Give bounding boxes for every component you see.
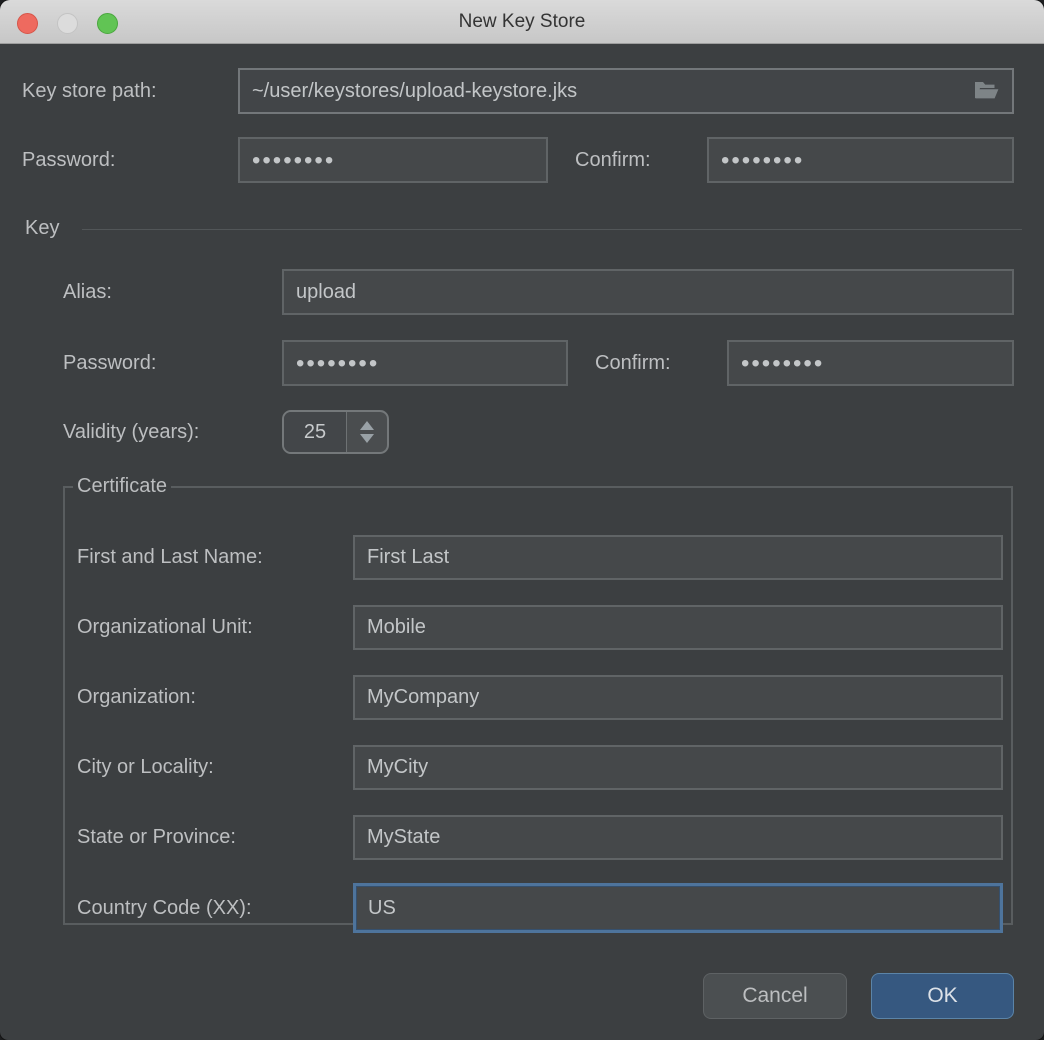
key-confirm-input[interactable]: •••••••• <box>727 340 1014 386</box>
titlebar: New Key Store <box>0 0 1044 44</box>
country-code-label: Country Code (XX): <box>77 883 252 933</box>
key-password-label: Password: <box>63 340 156 386</box>
key-section-title: Key <box>25 217 59 240</box>
organization-label: Organization: <box>77 675 196 720</box>
validity-spinner[interactable]: 25 <box>282 410 389 454</box>
validity-stepper[interactable] <box>347 412 387 452</box>
city-locality-input[interactable]: MyCity <box>353 745 1003 790</box>
city-locality-label: City or Locality: <box>77 745 214 790</box>
spinner-down-icon[interactable] <box>360 434 374 443</box>
ok-button[interactable]: OK <box>871 973 1014 1019</box>
validity-value[interactable]: 25 <box>284 412 347 452</box>
cancel-button[interactable]: Cancel <box>703 973 847 1019</box>
state-province-value: MyState <box>367 826 440 849</box>
store-confirm-value: •••••••• <box>721 149 804 173</box>
key-section-divider <box>82 229 1022 230</box>
state-province-input[interactable]: MyState <box>353 815 1003 860</box>
certificate-group-title: Certificate <box>73 475 171 498</box>
country-code-value: US <box>368 897 396 920</box>
store-confirm-label: Confirm: <box>575 137 651 183</box>
store-confirm-input[interactable]: •••••••• <box>707 137 1014 183</box>
alias-input[interactable]: upload <box>282 269 1014 315</box>
alias-value: upload <box>296 281 356 304</box>
organizational-unit-value: Mobile <box>367 616 426 639</box>
organizational-unit-input[interactable]: Mobile <box>353 605 1003 650</box>
organization-input[interactable]: MyCompany <box>353 675 1003 720</box>
key-store-path-value: ~/user/keystores/upload-keystore.jks <box>252 80 577 103</box>
browse-button[interactable] <box>972 79 1000 103</box>
organizational-unit-label: Organizational Unit: <box>77 605 253 650</box>
key-password-value: •••••••• <box>296 352 379 376</box>
key-password-input[interactable]: •••••••• <box>282 340 568 386</box>
store-password-input[interactable]: •••••••• <box>238 137 548 183</box>
certificate-group: Certificate First and Last Name: First L… <box>63 475 1013 925</box>
state-province-label: State or Province: <box>77 815 236 860</box>
spinner-up-icon[interactable] <box>360 421 374 430</box>
key-store-path-input[interactable]: ~/user/keystores/upload-keystore.jks <box>238 68 1014 114</box>
store-password-value: •••••••• <box>252 149 335 173</box>
key-confirm-label: Confirm: <box>595 340 671 386</box>
country-code-input[interactable]: US <box>353 883 1003 933</box>
new-key-store-dialog: New Key Store Key store path: ~/user/key… <box>0 0 1044 1040</box>
validity-label: Validity (years): <box>63 410 199 454</box>
key-store-path-label: Key store path: <box>22 68 157 114</box>
city-locality-value: MyCity <box>367 756 428 779</box>
folder-icon <box>973 80 1000 102</box>
store-password-label: Password: <box>22 137 115 183</box>
key-confirm-value: •••••••• <box>741 352 824 376</box>
organization-value: MyCompany <box>367 686 479 709</box>
dialog-title: New Key Store <box>0 0 1044 44</box>
alias-label: Alias: <box>63 269 112 315</box>
first-last-name-input[interactable]: First Last <box>353 535 1003 580</box>
first-last-name-value: First Last <box>367 546 449 569</box>
first-last-name-label: First and Last Name: <box>77 535 263 580</box>
